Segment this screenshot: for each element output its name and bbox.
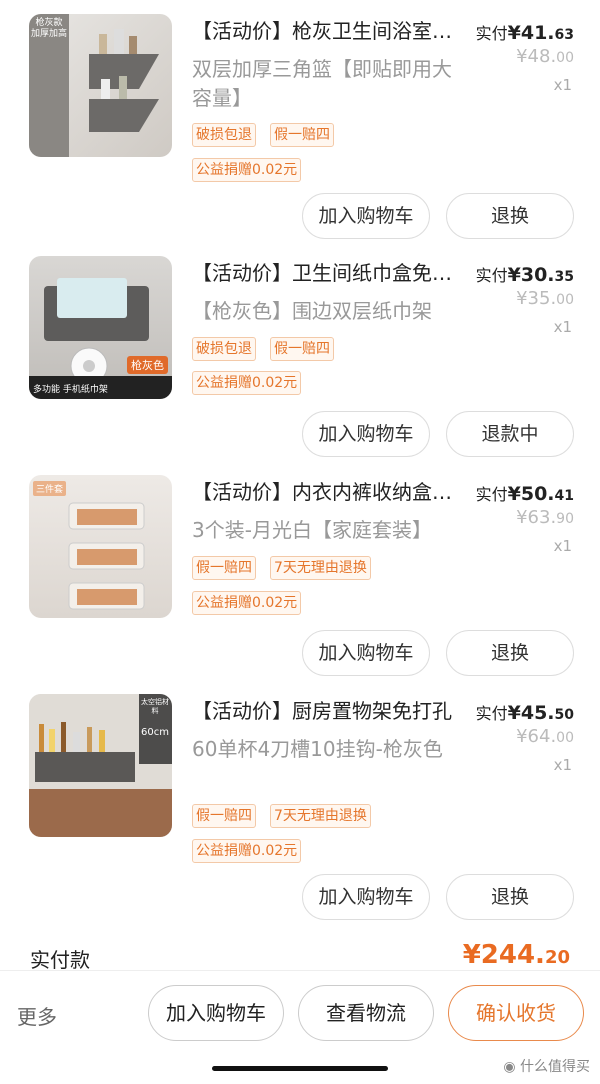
quantity: x1 <box>553 76 572 94</box>
original-price: ¥48.00 <box>516 46 574 67</box>
orig-price-int: ¥64. <box>516 726 557 747</box>
paid-label: 实付 <box>475 266 508 285</box>
original-price: ¥63.90 <box>516 507 574 528</box>
product-spec: 60单杯4刀槽10挂钩-枪灰色 <box>192 737 443 761</box>
thumb-label: 枪灰款 <box>35 18 63 28</box>
paid-price-int: ¥50. <box>507 483 555 505</box>
product-title[interactable]: 【活动价】枪灰卫生间浴室置物架 <box>192 17 457 45</box>
product-thumbnail[interactable]: 枪灰款 加厚加高 <box>29 14 172 157</box>
quantity: x1 <box>553 318 572 336</box>
thumb-label: 枪灰色 <box>127 356 168 374</box>
service-tag: 假一赔四 <box>192 556 256 580</box>
charity-tag: 公益捐赠0.02元 <box>192 839 302 863</box>
service-tag: 破损包退 <box>192 337 256 361</box>
orig-price-int: ¥48. <box>516 46 557 67</box>
product-title[interactable]: 【活动价】卫生间纸巾盒免打孔 <box>192 259 457 287</box>
quantity: x1 <box>553 756 572 774</box>
service-tag: 假一赔四 <box>192 804 256 828</box>
bottom-action-bar: 更多 加入购物车 查看物流 确认收货 ◉ 什么值得买 <box>0 970 600 1084</box>
paid-price-dec: 63 <box>554 27 574 43</box>
paid-label: 实付 <box>475 24 508 43</box>
add-to-cart-button[interactable]: 加入购物车 <box>302 874 430 920</box>
paid-price: 实付¥41.63 <box>476 20 574 44</box>
product-spec: 双层加厚三角篮【即贴即用大容量】 <box>192 57 452 110</box>
home-indicator <box>212 1066 388 1071</box>
total-dec: 20 <box>544 947 570 968</box>
paid-price-int: ¥45. <box>507 702 555 724</box>
charity-tag: 公益捐赠0.02元 <box>192 158 302 182</box>
service-tag: 7天无理由退换 <box>270 556 371 580</box>
orig-price-dec: 00 <box>556 50 574 66</box>
service-tag: 假一赔四 <box>270 337 334 361</box>
confirm-receipt-button[interactable]: 确认收货 <box>448 985 584 1041</box>
service-tag: 假一赔四 <box>270 123 334 147</box>
order-card: 枪灰款 加厚加高 【活动价】枪灰卫生间浴室置物架 双层加厚三角篮【即贴即用大容量… <box>0 0 600 972</box>
charity-tag: 公益捐赠0.02元 <box>192 591 302 615</box>
paid-price: 实付¥50.41 <box>476 481 574 505</box>
add-to-cart-button[interactable]: 加入购物车 <box>302 411 430 457</box>
product-thumbnail[interactable]: 枪灰色 多功能 手机纸巾架 <box>29 256 172 399</box>
total-paid-label: 实付款 <box>30 948 90 972</box>
storage-box-image <box>68 502 145 610</box>
paid-price-dec: 50 <box>554 707 574 723</box>
paid-price-int: ¥30. <box>507 264 555 286</box>
paid-price-int: ¥41. <box>507 22 555 44</box>
product-title[interactable]: 【活动价】内衣内裤收纳盒壁挂 <box>192 478 457 506</box>
tissue-holder-image <box>29 278 172 399</box>
total-int: ¥244. <box>462 940 545 970</box>
add-to-cart-button[interactable]: 加入购物车 <box>148 985 284 1041</box>
quantity: x1 <box>553 537 572 555</box>
order-item[interactable]: 三件套 【活动价】内衣内裤收纳盒壁挂 3个装-月光白【家庭套装】 假一赔四 7天… <box>0 461 600 679</box>
return-button[interactable]: 退换 <box>446 193 574 239</box>
product-thumbnail[interactable]: 三件套 <box>29 475 172 618</box>
return-button[interactable]: 退换 <box>446 630 574 676</box>
paid-price: 实付¥30.35 <box>476 262 574 286</box>
orig-price-int: ¥35. <box>516 288 557 309</box>
charity-tag: 公益捐赠0.02元 <box>192 371 302 395</box>
orig-price-dec: 00 <box>556 292 574 308</box>
view-logistics-button[interactable]: 查看物流 <box>298 985 434 1041</box>
add-to-cart-button[interactable]: 加入购物车 <box>302 630 430 676</box>
original-price: ¥35.00 <box>516 288 574 309</box>
product-title[interactable]: 【活动价】厨房置物架免打孔 <box>192 697 457 725</box>
refund-status-button[interactable]: 退款中 <box>446 411 574 457</box>
thumb-label: 多功能 手机纸巾架 <box>33 385 108 395</box>
paid-label: 实付 <box>475 704 508 723</box>
paid-price: 实付¥45.50 <box>476 700 574 724</box>
product-spec: 【枪灰色】围边双层纸巾架 <box>192 299 432 323</box>
order-item[interactable]: 枪灰款 加厚加高 【活动价】枪灰卫生间浴室置物架 双层加厚三角篮【即贴即用大容量… <box>0 0 600 239</box>
watermark-text: 什么值得买 <box>520 1059 590 1075</box>
more-button[interactable]: 更多 <box>17 1001 57 1030</box>
thumb-label: 太空铝材料 <box>141 698 169 715</box>
thumb-label: 三件套 <box>33 481 67 496</box>
paid-price-dec: 41 <box>554 488 574 504</box>
watermark: ◉ 什么值得买 <box>503 1056 590 1076</box>
add-to-cart-button[interactable]: 加入购物车 <box>302 193 430 239</box>
return-button[interactable]: 退换 <box>446 874 574 920</box>
paid-price-dec: 35 <box>554 269 574 285</box>
service-tag: 破损包退 <box>192 123 256 147</box>
watermark-icon: ◉ <box>503 1059 516 1075</box>
total-paid-amount: ¥244.20 <box>463 940 570 970</box>
orig-price-int: ¥63. <box>516 507 557 528</box>
order-item[interactable]: 太空铝材料 60cm 【活动价】厨房置物架免打孔 60单杯4刀槽10挂钩-枪灰色… <box>0 680 600 920</box>
orig-price-dec: 90 <box>556 511 574 527</box>
order-item[interactable]: 枪灰色 多功能 手机纸巾架 【活动价】卫生间纸巾盒免打孔 【枪灰色】围边双层纸巾… <box>0 242 600 460</box>
thumb-label: 60cm <box>141 727 169 738</box>
product-spec: 3个装-月光白【家庭套装】 <box>192 518 432 542</box>
paid-label: 实付 <box>475 485 508 504</box>
service-tag: 7天无理由退换 <box>270 804 371 828</box>
orig-price-dec: 00 <box>556 730 574 746</box>
thumb-label: 加厚加高 <box>31 29 68 39</box>
product-thumbnail[interactable]: 太空铝材料 60cm <box>29 694 172 837</box>
original-price: ¥64.00 <box>516 726 574 747</box>
